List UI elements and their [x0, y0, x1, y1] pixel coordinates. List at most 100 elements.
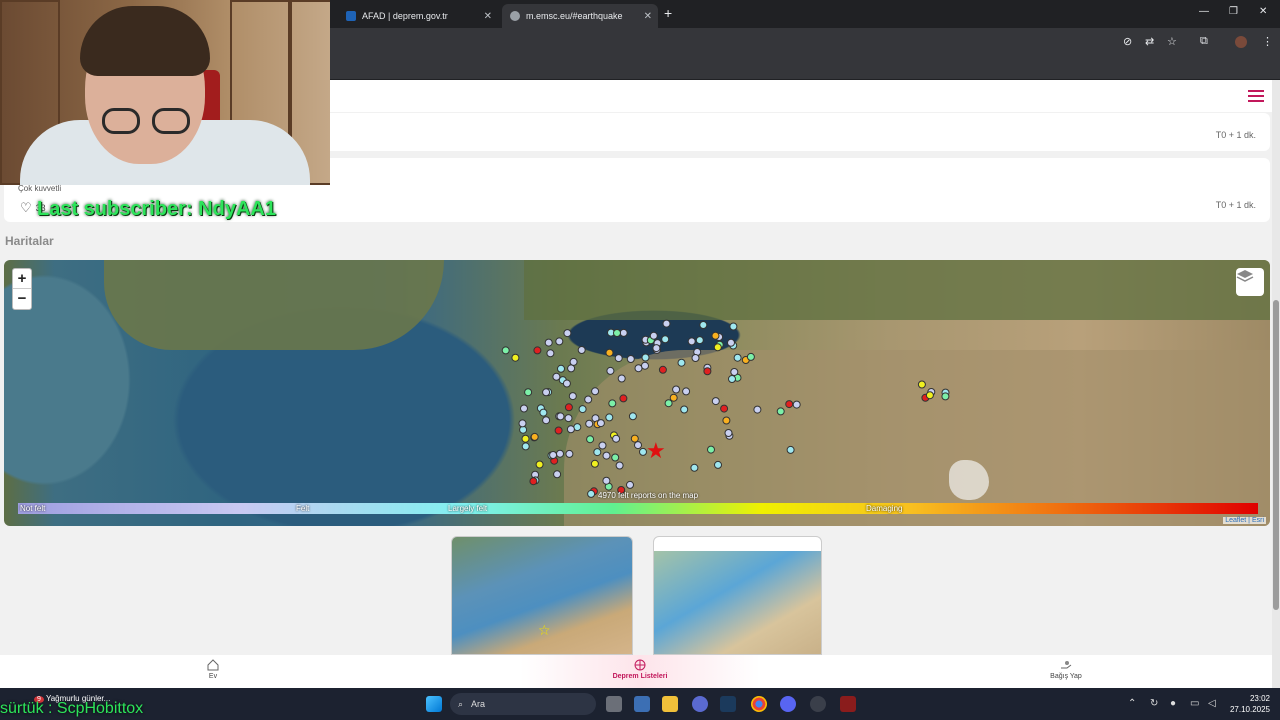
felt-report-marker[interactable] — [501, 346, 510, 355]
nav-donate[interactable]: Bağış Yap — [1046, 659, 1086, 680]
felt-report-marker[interactable] — [598, 441, 607, 450]
felt-report-marker[interactable] — [553, 470, 562, 479]
felt-reports-thumbnail[interactable] — [653, 536, 822, 655]
tab-emsc[interactable]: m.emsc.eu/#earthquake ✕ — [502, 4, 658, 28]
bookmark-star-icon[interactable]: ☆ — [1167, 35, 1177, 48]
felt-report-marker[interactable] — [539, 408, 548, 417]
felt-report-marker[interactable] — [585, 419, 594, 428]
nav-earthquake-lists[interactable]: Deprem Listeleri — [605, 659, 675, 680]
felt-report-marker[interactable] — [669, 393, 678, 402]
felt-report-marker[interactable] — [590, 459, 599, 468]
felt-report-marker[interactable] — [746, 352, 755, 361]
zoom-in-button[interactable]: + — [13, 269, 31, 289]
felt-report-marker[interactable] — [649, 331, 658, 340]
felt-report-marker[interactable] — [722, 416, 731, 425]
network-icon[interactable]: ▭ — [1190, 698, 1199, 709]
new-tab-button[interactable]: + — [664, 5, 672, 21]
felt-report-marker[interactable] — [691, 354, 700, 362]
felt-report-marker[interactable] — [544, 338, 553, 347]
felt-report-marker[interactable] — [562, 379, 571, 388]
felt-report-marker[interactable] — [658, 365, 667, 374]
felt-report-marker[interactable] — [563, 329, 572, 338]
felt-report-marker[interactable] — [554, 426, 563, 435]
felt-report-marker[interactable] — [634, 441, 642, 450]
zoom-out-button[interactable]: − — [13, 289, 31, 309]
felt-report-marker[interactable] — [641, 361, 649, 370]
felt-report-marker[interactable] — [703, 367, 712, 376]
eye-off-icon[interactable]: ⊘ — [1123, 35, 1132, 48]
felt-report-marker[interactable] — [556, 412, 565, 421]
felt-report-marker[interactable] — [729, 322, 738, 331]
felt-report-marker[interactable] — [720, 404, 729, 413]
felt-report-marker[interactable] — [542, 388, 551, 397]
felt-report-marker[interactable] — [578, 405, 587, 414]
felt-report-marker[interactable] — [584, 395, 593, 404]
felt-report-marker[interactable] — [556, 449, 564, 458]
felt-report-marker[interactable] — [682, 387, 691, 396]
epicenter-star-icon[interactable]: ★ — [646, 439, 666, 464]
felt-report-marker[interactable] — [613, 329, 621, 337]
felt-report-marker[interactable] — [542, 416, 551, 425]
felt-report-marker[interactable] — [626, 480, 634, 489]
felt-report-marker[interactable] — [727, 338, 735, 347]
leaflet-link[interactable]: Leaflet — [1225, 517, 1246, 524]
felt-report-marker[interactable] — [707, 445, 715, 454]
felt-report-marker[interactable] — [917, 380, 926, 389]
heart-icon[interactable]: ♡ — [20, 200, 32, 216]
esri-link[interactable]: Esri — [1252, 517, 1264, 524]
felt-report-marker[interactable] — [533, 346, 542, 355]
felt-report-marker[interactable] — [753, 405, 762, 414]
felt-report-marker[interactable] — [529, 477, 538, 486]
felt-report-marker[interactable] — [662, 319, 671, 328]
felt-report-marker[interactable] — [730, 368, 739, 376]
intensity-map-thumbnail[interactable]: ☆ — [451, 536, 633, 655]
felt-report-marker[interactable] — [602, 476, 611, 485]
felt-report-marker[interactable] — [711, 397, 720, 406]
felt-report-marker[interactable] — [605, 413, 614, 422]
felt-report-marker[interactable] — [577, 346, 586, 354]
app-icon[interactable] — [692, 696, 708, 712]
felt-report-marker[interactable] — [549, 451, 558, 459]
felt-report-marker[interactable] — [617, 374, 626, 383]
felt-report-marker[interactable] — [711, 331, 720, 340]
felt-report-marker[interactable] — [626, 355, 635, 363]
felt-report-marker[interactable] — [521, 442, 530, 451]
felt-report-marker[interactable] — [776, 407, 785, 416]
close-tab-icon[interactable]: ✕ — [644, 11, 652, 22]
felt-report-marker[interactable] — [677, 358, 686, 367]
felt-report-marker[interactable] — [714, 460, 722, 469]
felt-report-marker[interactable] — [555, 337, 564, 346]
felt-report-marker[interactable] — [521, 434, 530, 443]
felt-report-marker[interactable] — [724, 429, 733, 437]
felt-report-marker[interactable] — [511, 353, 520, 362]
felt-report-marker[interactable] — [614, 354, 623, 363]
felt-report-marker[interactable] — [593, 448, 602, 457]
extensions-icon[interactable]: ⧉ — [1200, 35, 1208, 48]
restore-button[interactable]: ❐ — [1229, 6, 1238, 17]
app-icon[interactable] — [840, 696, 856, 712]
felt-report-marker[interactable] — [552, 372, 561, 381]
discord-icon[interactable] — [780, 696, 796, 712]
felt-report-marker[interactable] — [518, 419, 527, 428]
felt-report-marker[interactable] — [602, 451, 611, 460]
felt-report-marker[interactable] — [925, 391, 934, 400]
felt-report-marker[interactable] — [690, 463, 699, 472]
chrome-icon[interactable] — [751, 696, 767, 712]
profile-avatar-icon[interactable] — [1235, 36, 1247, 48]
felt-report-marker[interactable] — [713, 343, 722, 352]
hamburger-menu-icon[interactable] — [1248, 90, 1264, 102]
felt-report-marker[interactable] — [672, 385, 681, 394]
taskbar-search[interactable]: ⌕ Ara — [450, 693, 596, 715]
chevron-up-icon[interactable]: ⌃ — [1128, 698, 1136, 709]
felt-report-marker[interactable] — [619, 328, 628, 337]
close-tab-icon[interactable]: ✕ — [484, 11, 492, 22]
windows-start-icon[interactable] — [426, 696, 442, 712]
volume-icon[interactable]: ◁ — [1208, 698, 1216, 709]
felt-report-marker[interactable] — [786, 445, 795, 454]
task-view-icon[interactable] — [606, 696, 622, 712]
felt-report-marker[interactable] — [557, 364, 565, 373]
layers-icon[interactable] — [1236, 268, 1264, 296]
felt-report-marker[interactable] — [530, 432, 539, 441]
translate-icon[interactable]: ⇄ — [1145, 35, 1154, 48]
felt-report-marker[interactable] — [733, 353, 742, 362]
